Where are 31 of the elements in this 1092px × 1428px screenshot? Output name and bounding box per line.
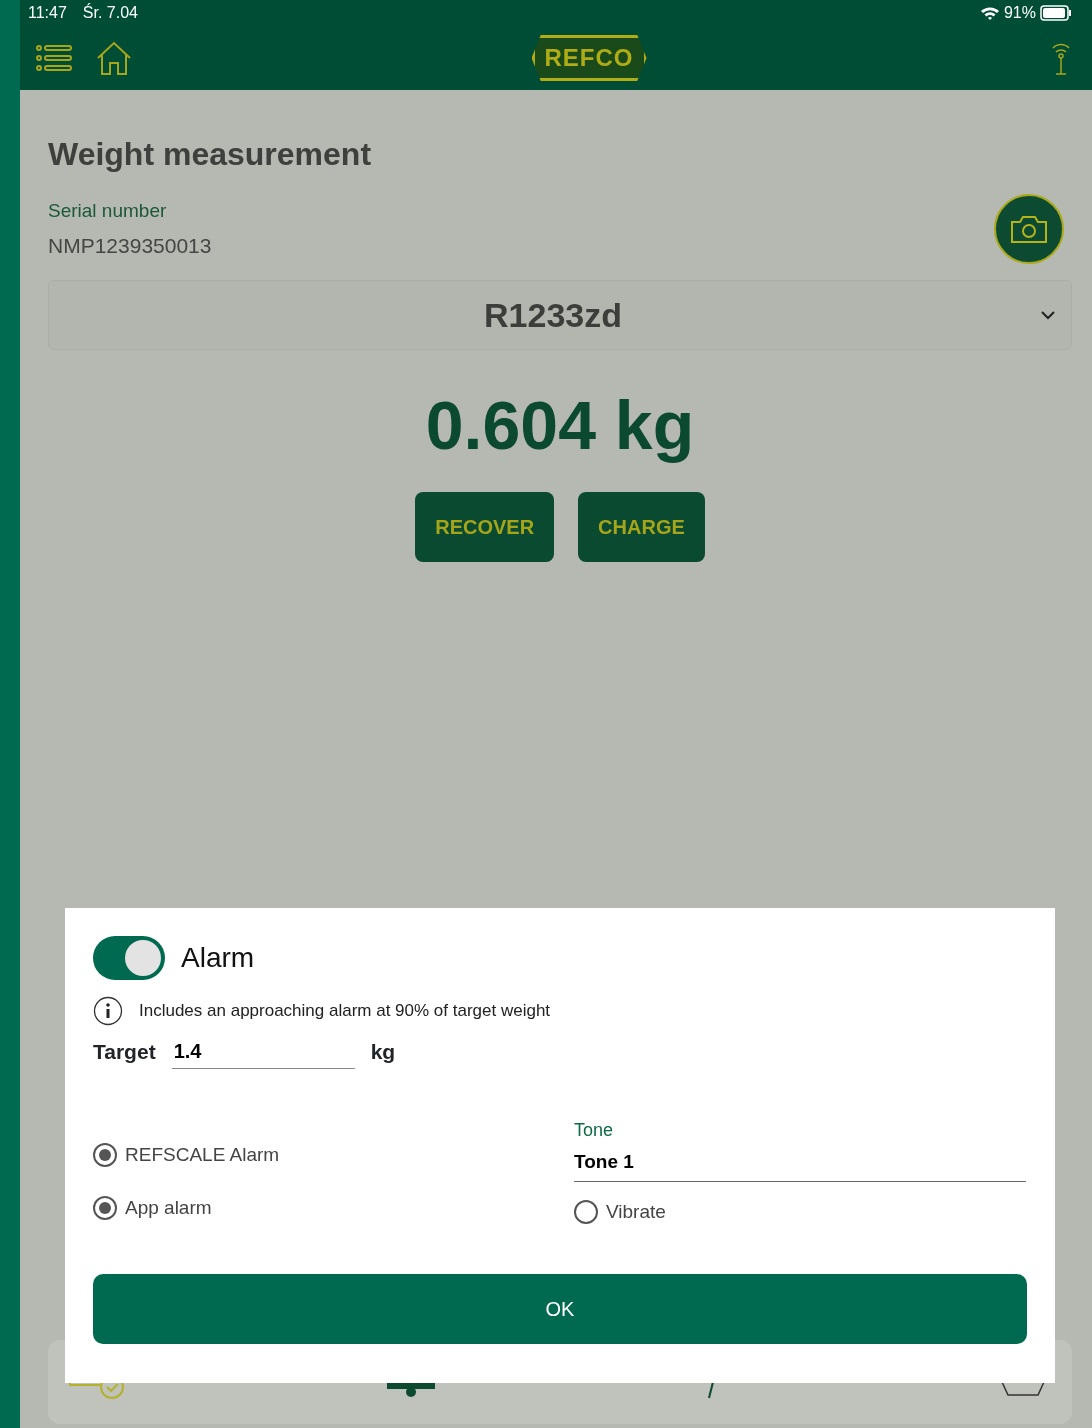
ok-button[interactable]: OK: [93, 1274, 1027, 1344]
option-label: REFSCALE Alarm: [125, 1143, 280, 1167]
vibrate-label: Vibrate: [606, 1199, 666, 1224]
alarm-label: Alarm: [181, 941, 255, 975]
battery-icon: [1040, 5, 1072, 21]
option-label: App alarm: [125, 1195, 212, 1220]
refrigerant-select[interactable]: R1233zd: [48, 280, 1072, 350]
battery-percent: 91%: [1003, 3, 1036, 23]
home-icon[interactable]: [96, 41, 132, 75]
logo: REFCO: [531, 35, 647, 81]
chevron-icon: [1041, 310, 1055, 320]
status-time: 11:47: [28, 3, 67, 23]
option-radio[interactable]: [93, 1195, 117, 1220]
serial-value: NMP1239350013: [48, 232, 212, 259]
option-radio[interactable]: [93, 1143, 117, 1168]
serial-label: Serial number: [48, 199, 168, 223]
wifi-icon: [979, 5, 1000, 21]
charge-button[interactable]: CHARGE: [578, 492, 705, 562]
target-label: Target: [93, 1038, 156, 1065]
info-text: Includes an approaching alarm at 90% of target weight: [139, 1000, 551, 1023]
camera-icon: [1010, 214, 1048, 244]
page-title: Weight measurement: [48, 135, 373, 174]
info-icon: [93, 996, 123, 1026]
alarm-toggle[interactable]: [93, 936, 165, 980]
tone-label: Tone: [574, 1119, 615, 1142]
status-date: Śr. 7.04: [82, 2, 138, 23]
menu-icon[interactable]: [36, 44, 72, 72]
weight-reading: 0.604 kg: [425, 387, 695, 463]
vibrate-radio[interactable]: [574, 1199, 598, 1224]
recover-button[interactable]: RECOVER: [415, 492, 555, 562]
target-unit: kg: [370, 1038, 396, 1065]
